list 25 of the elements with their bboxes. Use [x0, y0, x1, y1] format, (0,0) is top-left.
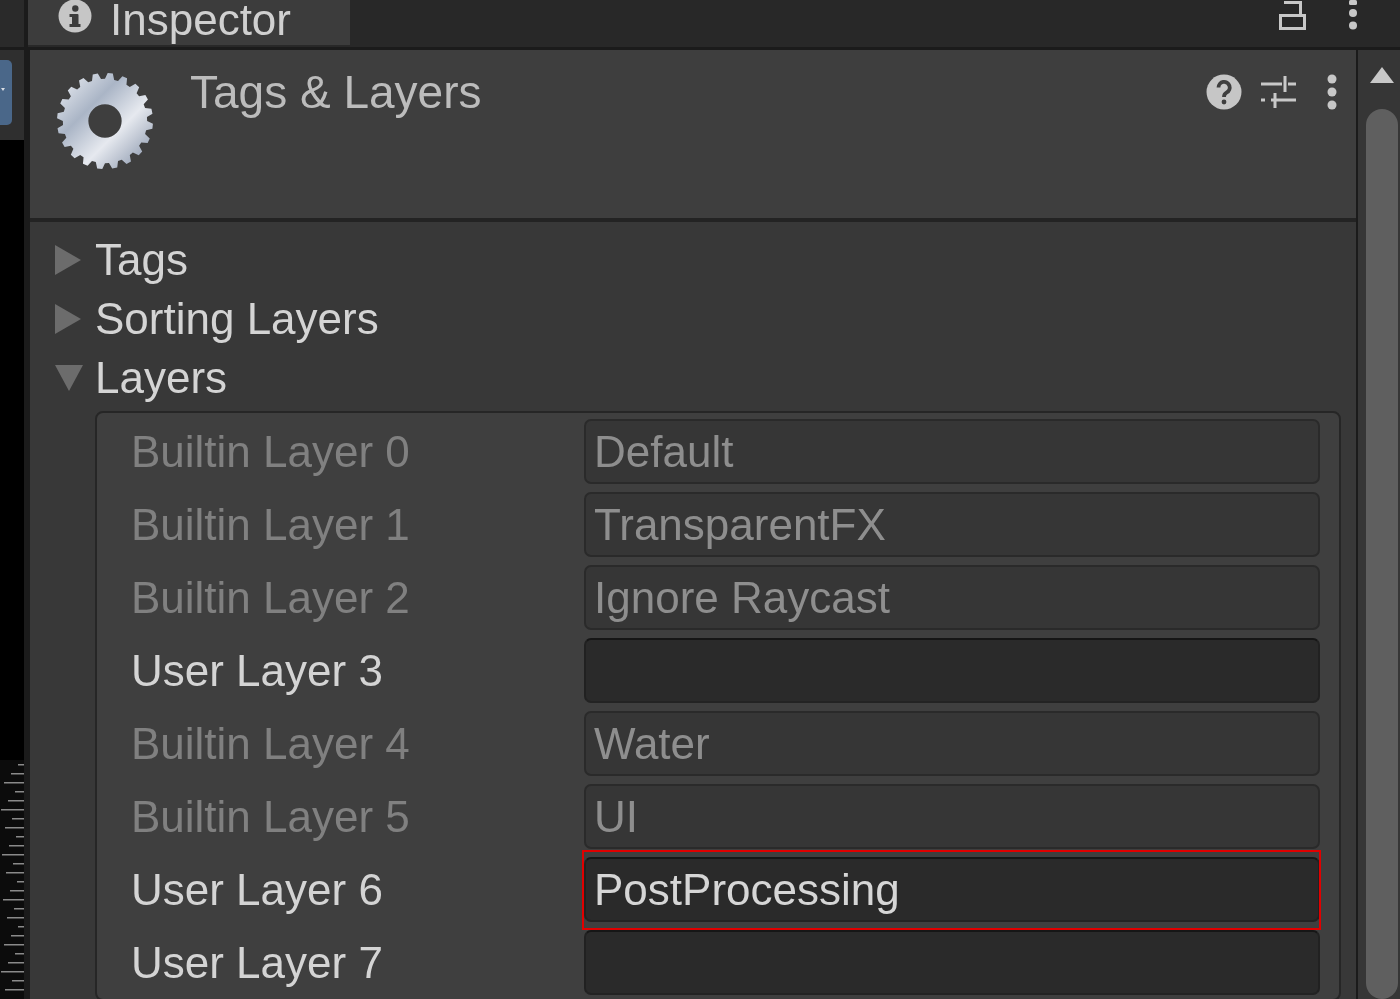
foldout-header[interactable]: Layers [30, 348, 1356, 407]
layer-name-field[interactable]: PostProcessing [584, 857, 1320, 922]
scrollbar-thumb[interactable] [1366, 109, 1398, 999]
sliders-icon[interactable] [1260, 75, 1297, 109]
scroll-up-arrow-icon[interactable] [1370, 67, 1394, 83]
more-options-icon[interactable] [1348, 0, 1358, 30]
info-icon [58, 0, 92, 33]
layer-label: Builtin Layer 5 [131, 794, 411, 839]
gear-icon [56, 72, 154, 170]
layer-label: Builtin Layer 1 [131, 502, 411, 547]
layer-label: User Layer 6 [131, 867, 384, 912]
foldout-header[interactable]: Tags [30, 230, 1356, 289]
layer-name-field[interactable] [584, 638, 1320, 703]
layer-label: Builtin Layer 4 [131, 721, 411, 766]
layer-label: User Layer 7 [131, 940, 384, 985]
layer-name-field[interactable] [584, 930, 1320, 995]
foldout-header[interactable]: Sorting Layers [30, 289, 1356, 348]
layer-label: User Layer 3 [131, 648, 384, 693]
layer-label: Builtin Layer 0 [131, 429, 411, 474]
more-options-icon[interactable] [1326, 74, 1338, 110]
help-icon[interactable] [1206, 74, 1242, 110]
lock-icon[interactable] [1279, 0, 1306, 30]
layer-label: Builtin Layer 2 [131, 575, 411, 620]
inspector-tab[interactable]: Inspector [28, 0, 350, 45]
scrollbar[interactable] [1358, 50, 1400, 999]
